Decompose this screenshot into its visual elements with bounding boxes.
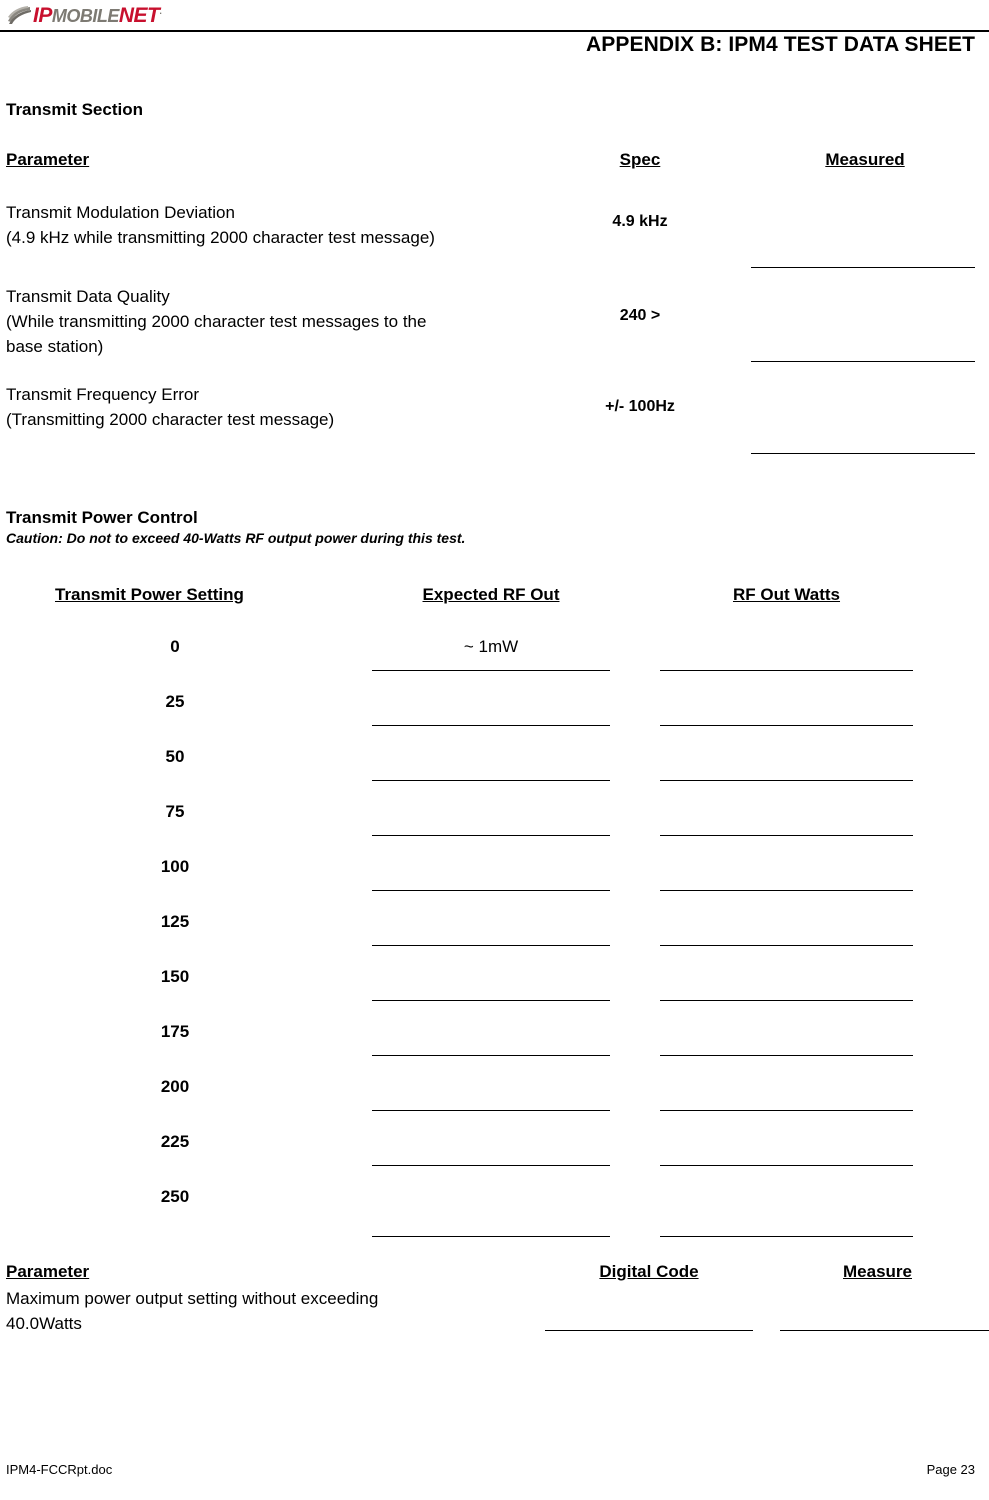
rf-out-watts-blank-field[interactable]: [660, 780, 913, 781]
max-power-col-parameter: Parameter: [6, 1262, 90, 1281]
expected-rf-blank-field[interactable]: [372, 835, 610, 836]
power-control-heading: Transmit Power Control: [6, 508, 198, 527]
expected-rf-blank-field[interactable]: [372, 670, 610, 671]
transmit-col-measured: Measured: [790, 150, 940, 170]
header-divider: [0, 30, 989, 32]
page-title: APPENDIX B: IPM4 TEST DATA SHEET: [585, 33, 975, 56]
power-col-expected-label: Expected RF Out: [422, 585, 560, 604]
table-row: Transmit Modulation Deviation (4.9 kHz w…: [6, 200, 566, 250]
power-control-caution: Caution: Do not to exceed 40-Watts RF ou…: [6, 530, 466, 546]
expected-rf-blank-field[interactable]: [372, 725, 610, 726]
max-power-col-measure-label: Measure: [843, 1262, 912, 1281]
measured-blank-field[interactable]: [751, 361, 975, 362]
rf-out-watts-blank-field[interactable]: [660, 725, 913, 726]
logo-wordmark: IPMOBILENET.: [33, 3, 162, 27]
power-setting-value: 50: [165, 747, 185, 766]
power-col-setting: Transmit Power Setting: [55, 585, 244, 605]
parameter-line: base station): [6, 337, 104, 356]
power-setting-value: 175: [160, 1022, 190, 1041]
measured-blank-field[interactable]: [751, 453, 975, 454]
transmit-col-spec-label: Spec: [619, 150, 661, 169]
power-col-watts-label: RF Out Watts: [732, 585, 841, 604]
expected-rf-blank-field[interactable]: [372, 1236, 610, 1237]
table-row: Transmit Frequency Error (Transmitting 2…: [6, 382, 566, 432]
power-setting-value: 200: [160, 1077, 190, 1096]
logo-net-text: NET: [118, 3, 160, 27]
max-power-parameter-text: Maximum power output setting without exc…: [6, 1286, 526, 1336]
parameter-line: Transmit Modulation Deviation: [6, 203, 235, 222]
table-row: Transmit Data Quality (While transmittin…: [6, 284, 566, 359]
transmit-section-heading: Transmit Section: [6, 100, 143, 119]
rf-out-watts-blank-field[interactable]: [660, 670, 913, 671]
spec-value: 4.9 kHz: [612, 213, 668, 230]
rf-out-watts-blank-field[interactable]: [660, 1236, 913, 1237]
expected-rf-blank-field[interactable]: [372, 1000, 610, 1001]
power-setting-value: 0: [170, 637, 180, 656]
power-setting-value: 225: [160, 1132, 190, 1151]
spec-value: 240 >: [619, 307, 661, 324]
max-power-col-measure: Measure: [780, 1262, 975, 1282]
expected-rf-value: ~ 1mW: [463, 637, 519, 656]
measure-blank-field[interactable]: [780, 1330, 989, 1331]
power-setting-value: 250: [160, 1187, 190, 1206]
power-setting-value: 75: [165, 802, 185, 821]
rf-out-watts-blank-field[interactable]: [660, 1110, 913, 1111]
footer-filename: IPM4-FCCRpt.doc: [6, 1462, 113, 1477]
power-setting-value: 25: [165, 692, 185, 711]
rf-out-watts-blank-field[interactable]: [660, 1165, 913, 1166]
power-setting-value: 150: [160, 967, 190, 986]
power-setting-value: 125: [160, 912, 190, 931]
power-col-expected: Expected RF Out: [372, 585, 610, 605]
parameter-line: (Transmitting 2000 character test messag…: [6, 410, 335, 429]
parameter-line: 40.0Watts: [6, 1314, 82, 1333]
power-col-setting-label: Transmit Power Setting: [55, 585, 244, 604]
transmit-col-measured-label: Measured: [825, 150, 905, 169]
logo-mobile-text: MOBILE: [51, 5, 120, 26]
parameter-line: (4.9 kHz while transmitting 2000 charact…: [6, 228, 435, 247]
power-setting-value: 100: [160, 857, 190, 876]
expected-rf-blank-field[interactable]: [372, 945, 610, 946]
expected-rf-blank-field[interactable]: [372, 780, 610, 781]
power-col-watts: RF Out Watts: [660, 585, 913, 605]
ipmobilenet-logo: IPMOBILENET.: [6, 3, 162, 27]
max-power-col-digital-code-label: Digital Code: [599, 1262, 699, 1281]
expected-rf-blank-field[interactable]: [372, 1165, 610, 1166]
rf-out-watts-blank-field[interactable]: [660, 945, 913, 946]
logo-trademark: .: [159, 5, 162, 16]
transmit-col-spec: Spec: [575, 150, 705, 170]
logo-ip-text: IP: [33, 3, 52, 27]
footer-page-number: Page 23: [926, 1462, 975, 1477]
rf-out-watts-blank-field[interactable]: [660, 890, 913, 891]
expected-rf-blank-field[interactable]: [372, 1110, 610, 1111]
rf-out-watts-blank-field[interactable]: [660, 835, 913, 836]
parameter-line: Maximum power output setting without exc…: [6, 1289, 379, 1308]
measured-blank-field[interactable]: [751, 267, 975, 268]
expected-rf-blank-field[interactable]: [372, 890, 610, 891]
digital-code-blank-field[interactable]: [545, 1330, 753, 1331]
spec-value: +/- 100Hz: [605, 398, 675, 415]
parameter-line: (While transmitting 2000 character test …: [6, 312, 427, 331]
rf-out-watts-blank-field[interactable]: [660, 1055, 913, 1056]
max-power-col-digital-code: Digital Code: [545, 1262, 753, 1282]
rf-out-watts-blank-field[interactable]: [660, 1000, 913, 1001]
expected-rf-blank-field[interactable]: [372, 1055, 610, 1056]
parameter-line: Transmit Frequency Error: [6, 385, 200, 404]
document-page: IPMOBILENET. APPENDIX B: IPM4 TEST DATA …: [0, 0, 989, 1500]
parameter-line: Transmit Data Quality: [6, 287, 170, 306]
transmit-col-parameter: Parameter: [6, 150, 90, 169]
swoosh-icon: [8, 6, 31, 24]
